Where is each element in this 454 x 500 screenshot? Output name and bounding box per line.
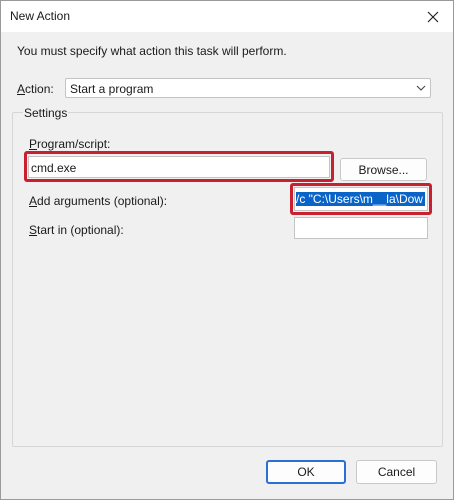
cancel-button[interactable]: Cancel: [356, 460, 437, 484]
chevron-down-icon: [416, 85, 426, 91]
action-label: Action:: [17, 82, 54, 96]
action-select-value: Start a program: [70, 82, 154, 96]
close-button[interactable]: [413, 1, 453, 32]
program-script-label: Program/script:: [29, 137, 111, 151]
instruction-text: You must specify what action this task w…: [17, 44, 287, 58]
window-title: New Action: [10, 9, 71, 23]
arguments-label: Add arguments (optional):: [29, 194, 168, 208]
title-bar: New Action: [1, 1, 453, 32]
close-icon: [427, 11, 439, 22]
program-highlight-box: [24, 151, 334, 182]
start-in-label: Start in (optional):: [29, 223, 124, 237]
arguments-highlight-box: [290, 183, 432, 215]
browse-button[interactable]: Browse...: [340, 158, 427, 181]
ok-button[interactable]: OK: [266, 460, 346, 484]
settings-group-title: Settings: [23, 106, 69, 120]
action-select[interactable]: Start a program: [65, 78, 431, 98]
new-action-dialog: New Action You must specify what action …: [0, 0, 454, 500]
start-in-input[interactable]: [294, 217, 428, 239]
